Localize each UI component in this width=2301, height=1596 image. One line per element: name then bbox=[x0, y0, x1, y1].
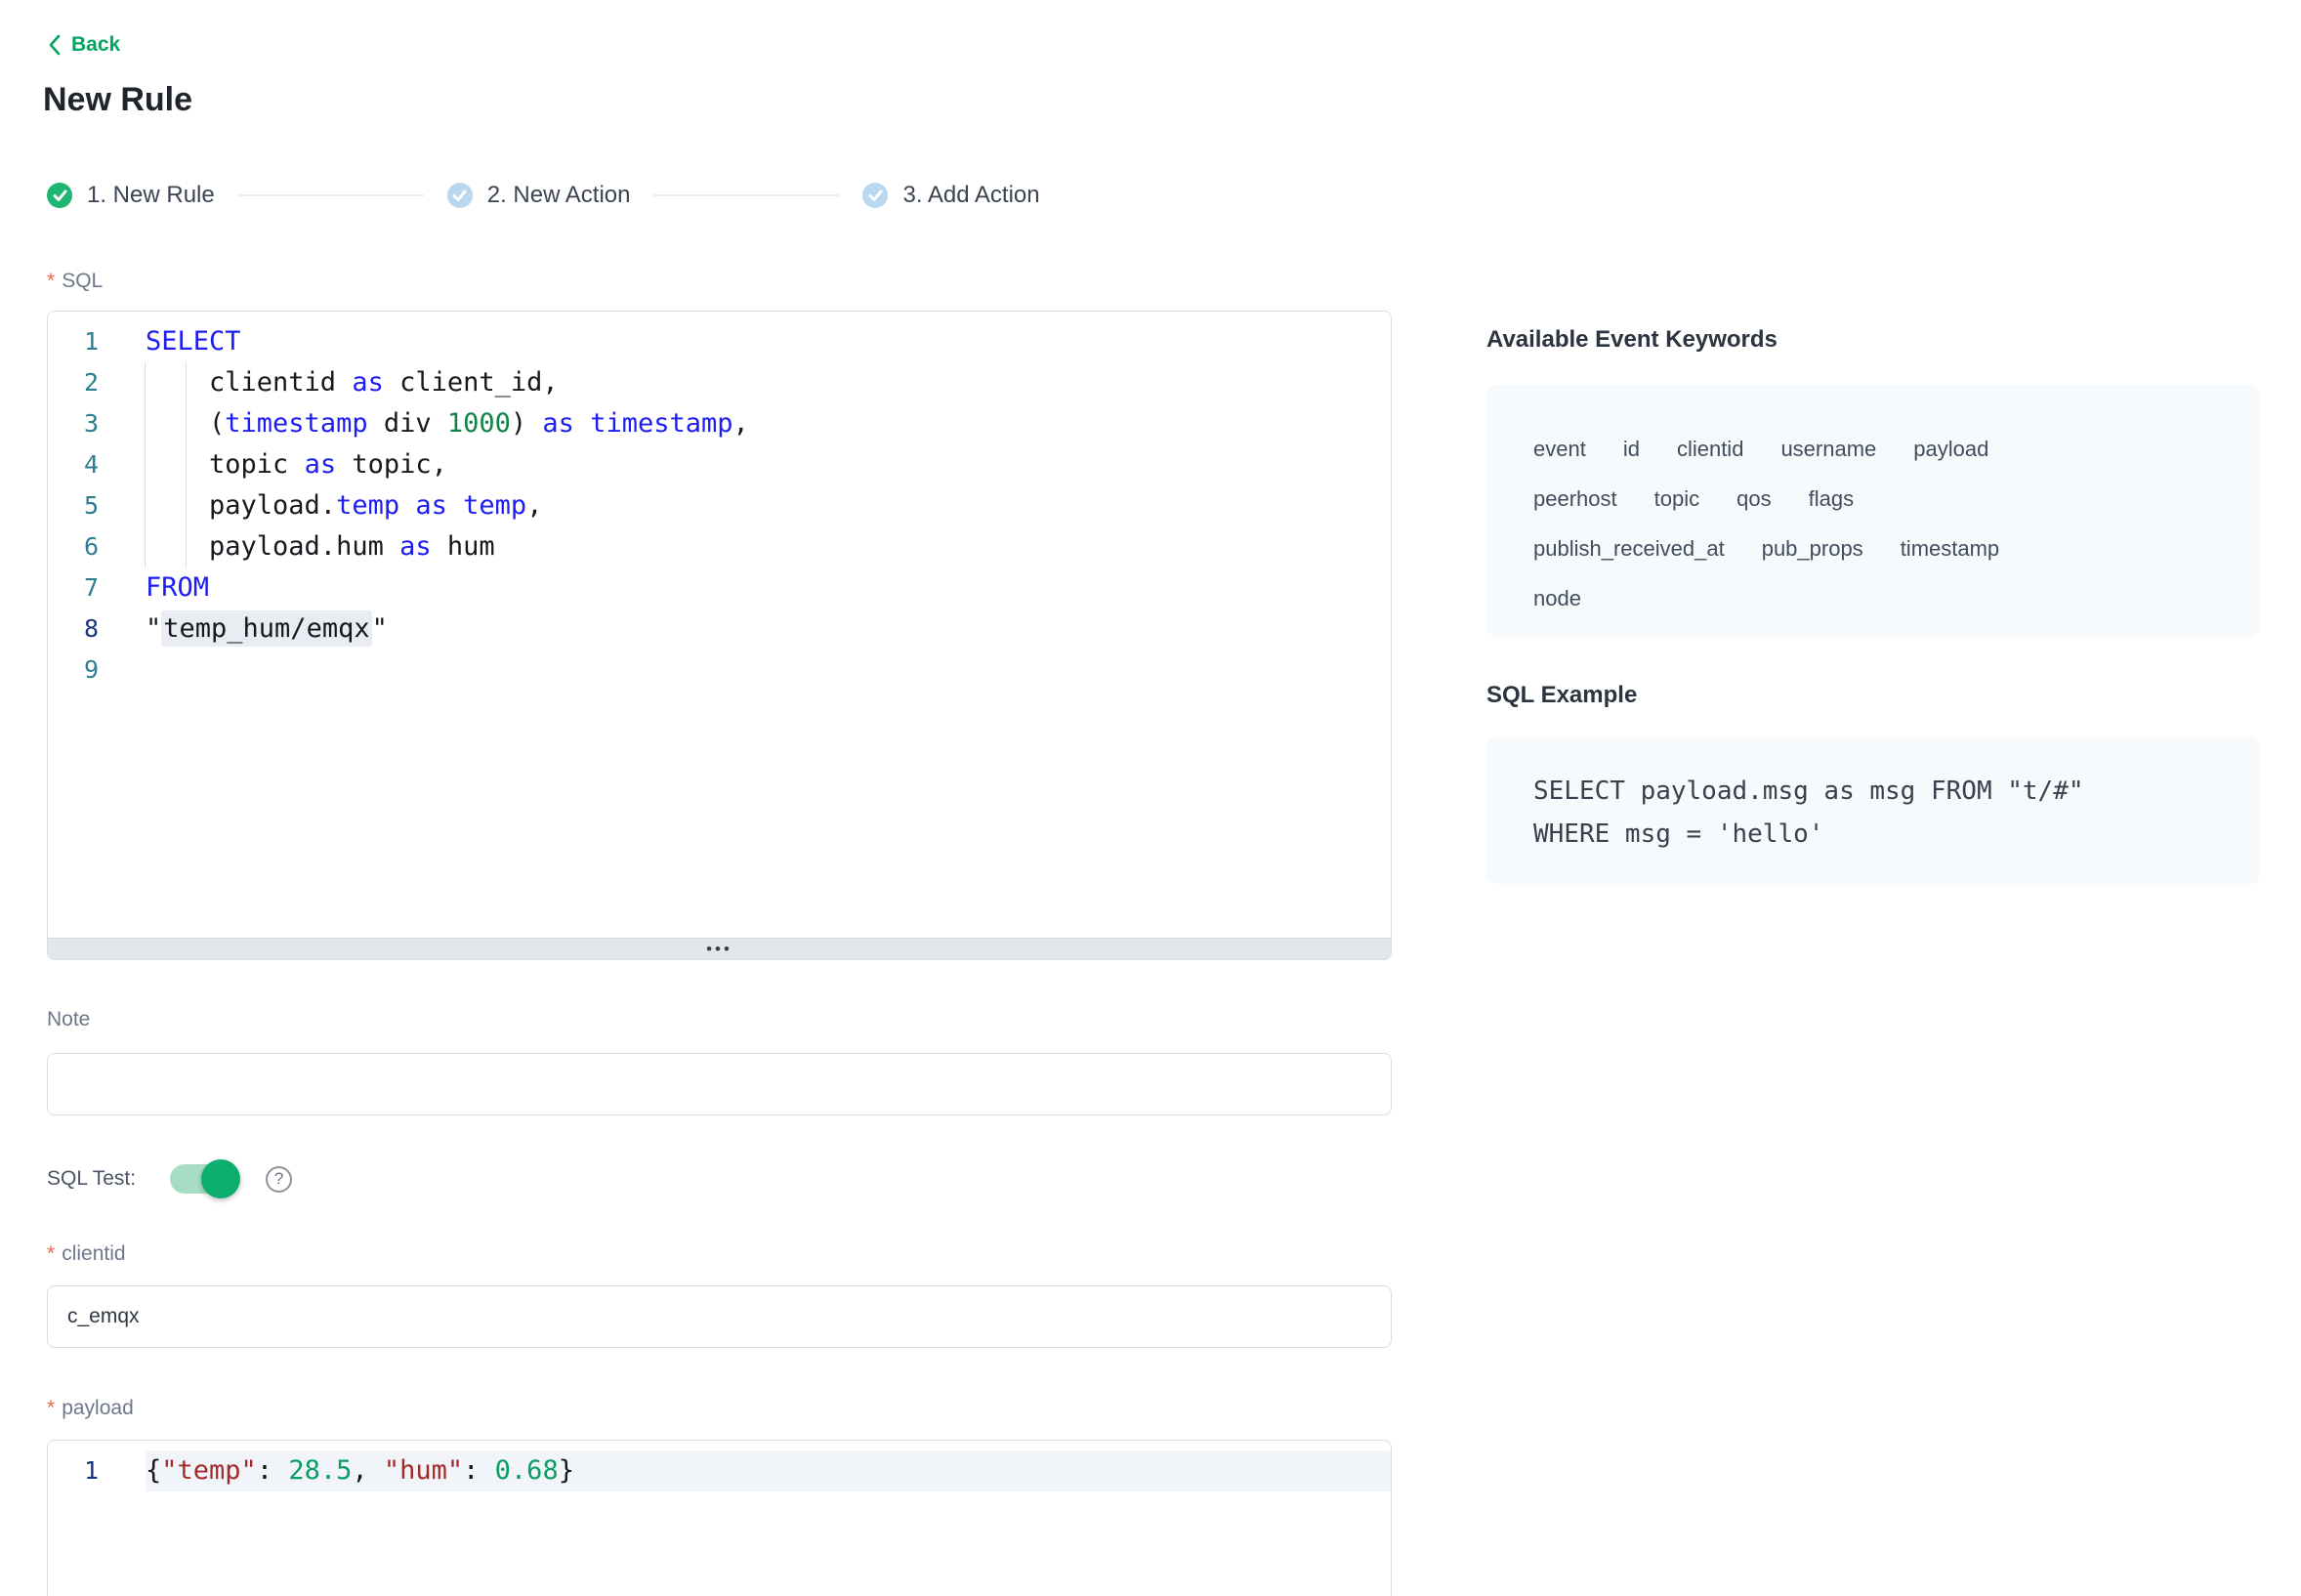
page-title: New Rule bbox=[43, 78, 192, 121]
code-line: 2 clientid as client_id, bbox=[48, 362, 1391, 403]
event-keyword: pub_props bbox=[1762, 525, 1863, 572]
step-connector bbox=[653, 194, 839, 196]
help-icon[interactable]: ? bbox=[266, 1166, 292, 1193]
code-line: 9 bbox=[48, 650, 1391, 691]
code-text: {"temp": 28.5, "hum": 0.68} bbox=[146, 1450, 1391, 1491]
sql-test-row: SQL Test: ? bbox=[47, 1164, 292, 1194]
sql-test-label: SQL Test: bbox=[47, 1167, 136, 1191]
line-number: 8 bbox=[48, 609, 146, 650]
code-text: clientid as client_id, bbox=[146, 362, 1391, 403]
code-text: topic as topic, bbox=[146, 444, 1391, 485]
clientid-input[interactable] bbox=[47, 1285, 1392, 1348]
code-line: 1SELECT bbox=[48, 321, 1391, 362]
step-new-rule[interactable]: 1. New Rule bbox=[47, 182, 215, 209]
keyword-row: peerhost topic qos flags bbox=[1533, 476, 2221, 525]
event-keyword: id bbox=[1623, 426, 1640, 473]
step-check-icon bbox=[862, 183, 888, 208]
chevron-left-icon bbox=[47, 33, 63, 57]
line-number: 2 bbox=[48, 362, 146, 403]
sql-example-line: WHERE msg = 'hello' bbox=[1533, 813, 2231, 856]
note-field-label: Note bbox=[47, 1008, 90, 1031]
indent-guide bbox=[186, 362, 187, 567]
code-line: 1{"temp": 28.5, "hum": 0.68} bbox=[48, 1450, 1391, 1491]
code-text: payload.temp as temp, bbox=[146, 485, 1391, 526]
code-text bbox=[146, 650, 1391, 691]
sql-field-label: SQL bbox=[47, 270, 103, 293]
note-input[interactable] bbox=[47, 1053, 1392, 1115]
step-label: 1. New Rule bbox=[87, 182, 215, 209]
code-line: 3 (timestamp div 1000) as timestamp, bbox=[48, 403, 1391, 444]
payload-code-area[interactable]: 1{"temp": 28.5, "hum": 0.68} bbox=[48, 1441, 1391, 1596]
line-number: 1 bbox=[48, 1450, 146, 1491]
step-check-icon bbox=[447, 183, 473, 208]
step-new-action[interactable]: 2. New Action bbox=[447, 182, 631, 209]
event-keyword: username bbox=[1780, 426, 1876, 473]
indent-guide bbox=[145, 362, 146, 567]
keywords-panel-title: Available Event Keywords bbox=[1486, 326, 1778, 354]
back-label: Back bbox=[71, 33, 120, 57]
toggle-knob bbox=[201, 1159, 240, 1198]
sql-example-title: SQL Example bbox=[1486, 682, 1637, 709]
line-number: 6 bbox=[48, 526, 146, 567]
event-keyword: flags bbox=[1809, 476, 1854, 523]
stepper: 1. New Rule 2. New Action 3. Add Action bbox=[47, 182, 1040, 209]
event-keyword: event bbox=[1533, 426, 1586, 473]
event-keyword: peerhost bbox=[1533, 476, 1617, 523]
event-keyword: publish_received_at bbox=[1533, 525, 1725, 572]
line-number: 3 bbox=[48, 403, 146, 444]
step-check-icon bbox=[47, 183, 72, 208]
sql-editor[interactable]: 1SELECT2 clientid as client_id,3 (timest… bbox=[47, 311, 1392, 960]
event-keyword: node bbox=[1533, 575, 1581, 622]
code-line: 7FROM bbox=[48, 567, 1391, 609]
step-label: 2. New Action bbox=[487, 182, 631, 209]
sql-code-area[interactable]: 1SELECT2 clientid as client_id,3 (timest… bbox=[48, 312, 1391, 938]
event-keyword: topic bbox=[1654, 476, 1699, 523]
line-number: 1 bbox=[48, 321, 146, 362]
event-keyword: payload bbox=[1913, 426, 1988, 473]
code-text: FROM bbox=[146, 567, 1391, 609]
back-button[interactable]: Back bbox=[47, 33, 120, 57]
code-line: 5 payload.temp as temp, bbox=[48, 485, 1391, 526]
step-label: 3. Add Action bbox=[902, 182, 1039, 209]
code-line: 6 payload.hum as hum bbox=[48, 526, 1391, 567]
payload-field-label: payload bbox=[47, 1397, 134, 1420]
code-line: 4 topic as topic, bbox=[48, 444, 1391, 485]
code-text: payload.hum as hum bbox=[146, 526, 1391, 567]
line-number: 4 bbox=[48, 444, 146, 485]
sql-example-line: SELECT payload.msg as msg FROM "t/#" bbox=[1533, 770, 2231, 813]
sql-example-panel: SELECT payload.msg as msg FROM "t/#"WHER… bbox=[1486, 737, 2260, 884]
event-keyword: timestamp bbox=[1901, 525, 1999, 572]
line-number: 9 bbox=[48, 650, 146, 691]
code-text: "temp_hum/emqx" bbox=[146, 609, 1391, 650]
payload-editor[interactable]: 1{"temp": 28.5, "hum": 0.68} bbox=[47, 1440, 1392, 1596]
code-text: SELECT bbox=[146, 321, 1391, 362]
resize-dots-icon: ••• bbox=[706, 941, 732, 958]
event-keyword: qos bbox=[1736, 476, 1771, 523]
line-number: 5 bbox=[48, 485, 146, 526]
code-text: (timestamp div 1000) as timestamp, bbox=[146, 403, 1391, 444]
sql-test-toggle[interactable] bbox=[170, 1164, 234, 1194]
clientid-field-label: clientid bbox=[47, 1242, 126, 1266]
step-connector bbox=[238, 194, 424, 196]
step-add-action[interactable]: 3. Add Action bbox=[862, 182, 1039, 209]
keyword-row: eventid clientid username payload bbox=[1533, 426, 2221, 476]
keyword-row: publish_received_at pub_props timestamp bbox=[1533, 525, 2221, 575]
event-keyword: clientid bbox=[1677, 426, 1743, 473]
code-line: 8"temp_hum/emqx" bbox=[48, 609, 1391, 650]
keywords-panel: eventid clientid username payload peerhost to… bbox=[1486, 385, 2260, 637]
line-number: 7 bbox=[48, 567, 146, 609]
editor-resize-handle[interactable]: ••• bbox=[48, 938, 1391, 959]
keyword-row: node bbox=[1533, 575, 2221, 625]
